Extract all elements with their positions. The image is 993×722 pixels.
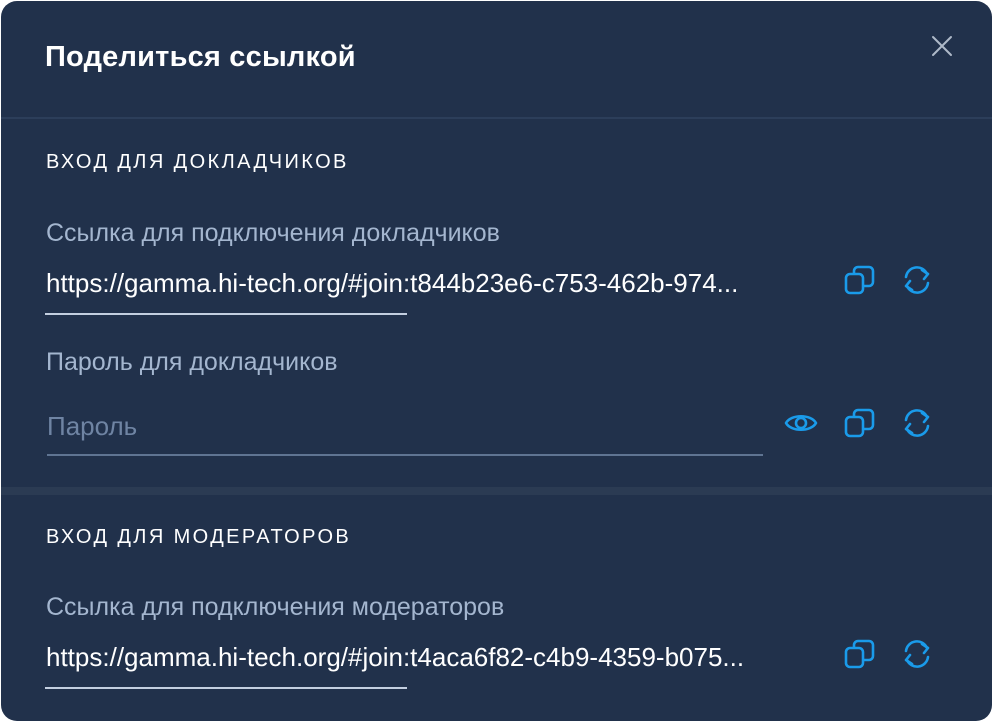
refresh-icon (904, 640, 930, 668)
speakers-password-regenerate-button[interactable] (899, 405, 935, 441)
moderators-heading: Вход для модераторов (46, 526, 352, 548)
refresh-icon (904, 266, 930, 294)
copy-icon (844, 408, 875, 438)
close-button[interactable] (929, 33, 955, 59)
copy-icon (844, 639, 875, 669)
speakers-password-input[interactable] (47, 406, 763, 446)
speakers-password-label: Пароль для докладчиков (46, 348, 338, 376)
speakers-link-underline (45, 313, 407, 315)
show-password-button[interactable] (783, 405, 819, 441)
moderators-link-copy-button[interactable] (841, 636, 877, 672)
dialog-title: Поделиться ссылкой (45, 41, 356, 73)
section-divider (1, 487, 992, 495)
dialog-header: Поделиться ссылкой (1, 1, 992, 118)
moderators-link-field[interactable]: https://gamma.hi-tech.org/#join:t4aca6f8… (46, 642, 766, 673)
speakers-link-copy-button[interactable] (841, 262, 877, 298)
speakers-link-regenerate-button[interactable] (899, 262, 935, 298)
speakers-password-underline (47, 454, 763, 456)
moderators-link-label: Ссылка для подключения модераторов (46, 593, 505, 621)
header-divider (1, 117, 992, 119)
speakers-link-label: Ссылка для подключения докладчиков (46, 219, 500, 247)
refresh-icon (904, 409, 930, 437)
share-link-dialog: Поделиться ссылкой Вход для докладчиков … (1, 1, 992, 721)
close-icon (932, 36, 952, 56)
moderators-link-regenerate-button[interactable] (899, 636, 935, 672)
moderators-link-underline (45, 687, 407, 689)
speakers-heading: Вход для докладчиков (46, 151, 349, 173)
eye-icon (784, 414, 818, 432)
speakers-password-copy-button[interactable] (841, 405, 877, 441)
speakers-link-field[interactable]: https://gamma.hi-tech.org/#join:t844b23e… (46, 268, 766, 299)
copy-icon (844, 265, 875, 295)
